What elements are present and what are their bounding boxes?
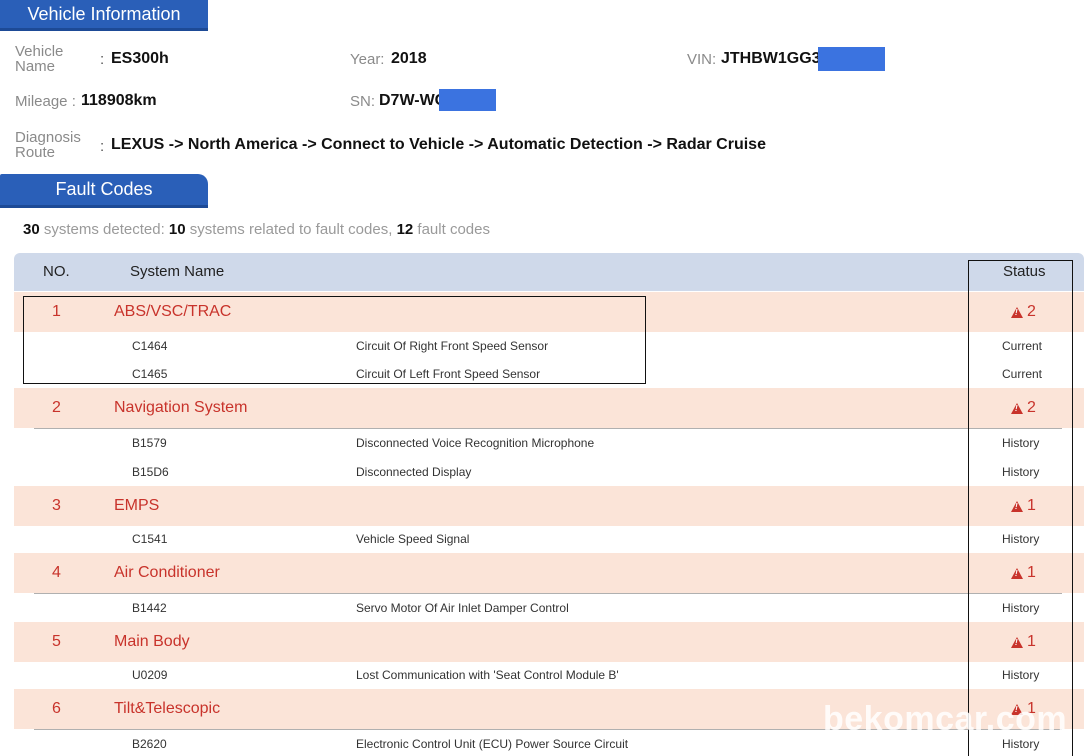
vin-value: JTHBW1GG3J	[721, 50, 830, 67]
mileage-value: 118908km	[81, 92, 157, 109]
year-label: Year:	[350, 51, 385, 68]
system-number: 6	[52, 700, 61, 717]
fault-code-row: B1442 Servo Motor Of Air Inlet Damper Co…	[34, 593, 1074, 621]
fault-code: B2620	[132, 737, 167, 751]
fault-description: Electronic Control Unit (ECU) Power Sour…	[356, 737, 629, 751]
sn-redaction	[439, 89, 496, 111]
fault-code: B15D6	[132, 465, 169, 479]
system-name: Tilt&Telescopic	[114, 700, 221, 717]
diagnosis-route-value: LEXUS -> North America -> Connect to Veh…	[111, 136, 766, 153]
mileage-label: Mileage :	[15, 93, 76, 110]
year-value: 2018	[391, 50, 427, 67]
fault-code-row: U0209 Lost Communication with 'Seat Cont…	[34, 660, 1074, 688]
system-name: EMPS	[114, 497, 160, 514]
fault-code-row: B1579 Disconnected Voice Recognition Mic…	[34, 428, 1074, 456]
vehicle-name-value: ES300h	[111, 50, 169, 67]
system-row[interactable]: 2 Navigation System 2	[14, 388, 1084, 428]
vin-label: VIN:	[687, 51, 717, 68]
systems-detected-count: 30	[23, 221, 40, 238]
fault-codes-text: fault codes	[417, 221, 490, 238]
vehicle-information-tab: Vehicle Information	[0, 0, 208, 31]
system-number: 2	[52, 399, 61, 416]
fault-codes-tab: Fault Codes	[0, 174, 208, 208]
system-number: 5	[52, 633, 61, 650]
fault-description: Servo Motor Of Air Inlet Damper Control	[356, 601, 569, 615]
diagnosis-route-label-line1: Diagnosis	[15, 129, 81, 146]
vin-redaction	[818, 47, 885, 71]
fault-code-row: C1541 Vehicle Speed Signal History	[34, 524, 1074, 552]
system-number: 3	[52, 497, 61, 514]
abs-highlight-box	[23, 296, 646, 384]
related-systems-count: 10	[168, 221, 186, 238]
system-name: Main Body	[114, 633, 190, 650]
fault-codes-count: 12	[396, 221, 414, 238]
vehicle-name-colon: :	[100, 51, 105, 68]
fault-code: B1579	[132, 436, 167, 450]
system-row[interactable]: 5 Main Body 1	[14, 622, 1084, 662]
systems-detected-text: systems detected:	[43, 221, 165, 238]
vehicle-name-label-line1: Vehicle	[15, 43, 64, 60]
fault-description: Vehicle Speed Signal	[356, 532, 470, 546]
header-no: NO.	[43, 263, 70, 280]
fault-code: U0209	[132, 668, 168, 682]
system-row[interactable]: 4 Air Conditioner 1	[14, 553, 1084, 593]
fault-code: B1442	[132, 601, 167, 615]
system-number: 4	[52, 564, 61, 581]
fault-description: Disconnected Voice Recognition Microphon…	[356, 436, 595, 450]
fault-code: C1541	[132, 532, 168, 546]
fault-description: Disconnected Display	[356, 465, 472, 479]
system-row[interactable]: 3 EMPS 1	[14, 486, 1084, 526]
related-systems-text: systems related to fault codes,	[189, 221, 393, 238]
system-name: Navigation System	[114, 399, 248, 416]
sn-value: D7W-WC	[379, 92, 447, 109]
sn-label: SN:	[350, 93, 376, 110]
fault-summary: 30 systems detected: 10 systems related …	[23, 221, 490, 238]
watermark: bekomcar.com	[823, 700, 1068, 738]
fault-table-header: NO. System Name Status	[14, 253, 1084, 291]
system-name: Air Conditioner	[114, 564, 220, 581]
diagnosis-route-label-line2: Route	[15, 144, 56, 161]
diagnosis-route-colon: :	[100, 138, 105, 155]
fault-description: Lost Communication with 'Seat Control Mo…	[356, 668, 619, 682]
status-column-highlight-box	[968, 260, 1073, 756]
vehicle-name-label-line2: Name	[15, 58, 56, 75]
fault-code-row: B15D6 Disconnected Display History	[34, 457, 1074, 485]
header-system-name: System Name	[130, 263, 225, 280]
